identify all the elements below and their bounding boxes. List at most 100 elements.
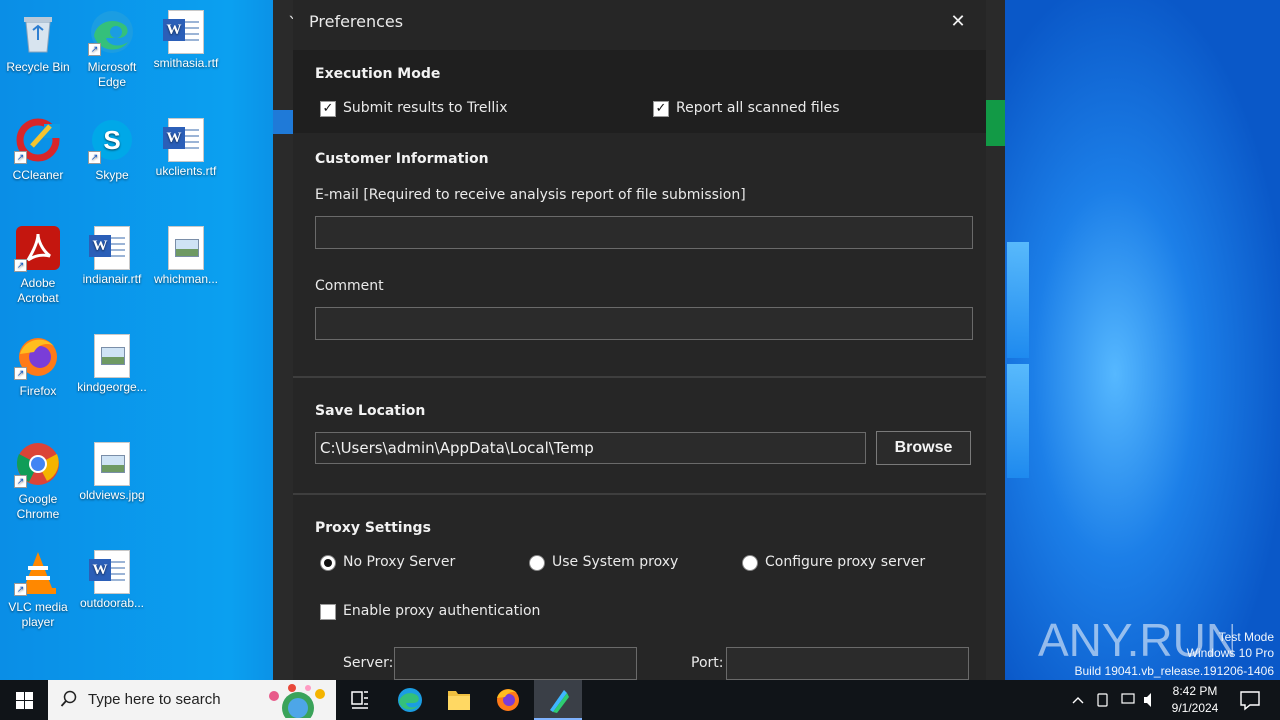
- desktop-icon-ukclients[interactable]: W ukclients.rtf: [148, 112, 224, 179]
- desktop-icon-outdoorab[interactable]: W outdoorab...: [74, 544, 150, 611]
- desktop-icon-microsoft-edge[interactable]: ↗ Microsoft Edge: [74, 4, 150, 90]
- desktop-icon-label: Recycle Bin: [6, 60, 70, 74]
- desktop-icon-google-chrome[interactable]: ↗ Google Chrome: [0, 436, 76, 522]
- taskbar-trellix-app[interactable]: [534, 680, 582, 720]
- desktop-icon-adobe-acrobat[interactable]: ↗ Adobe Acrobat: [0, 220, 76, 306]
- configure-proxy-radio[interactable]: [742, 555, 758, 571]
- save-path-field[interactable]: [315, 432, 866, 464]
- notification-icon: [1240, 691, 1260, 711]
- system-proxy-radio[interactable]: [529, 555, 545, 571]
- email-field[interactable]: [315, 216, 973, 249]
- edge-icon: [398, 688, 422, 712]
- desktop-icon-label: ukclients.rtf: [155, 164, 217, 178]
- desktop-icon-vlc[interactable]: ↗ VLC media player: [0, 544, 76, 630]
- volume-icon[interactable]: [1144, 693, 1151, 707]
- image-file-icon: [94, 442, 130, 486]
- recycle-bin-icon: [14, 8, 62, 56]
- no-proxy-radio[interactable]: [320, 555, 336, 571]
- port-label: Port:: [691, 655, 724, 671]
- desktop-icon-smithasia[interactable]: W smithasia.rtf: [148, 4, 224, 71]
- desktop-icon-skype[interactable]: S ↗ Skype: [74, 112, 150, 183]
- desktop-icon-label: Google Chrome: [16, 492, 60, 521]
- word-doc-icon: W: [89, 550, 130, 594]
- system-proxy-label[interactable]: Use System proxy: [552, 554, 678, 570]
- comment-field[interactable]: [315, 307, 973, 340]
- shortcut-arrow-icon: ↗: [14, 583, 27, 596]
- desktop-icon-label: CCleaner: [12, 168, 64, 182]
- desktop-icon-oldviews[interactable]: oldviews.jpg: [74, 436, 150, 503]
- submit-results-checkbox[interactable]: ✓: [320, 101, 336, 117]
- proxy-settings-heading: Proxy Settings: [315, 520, 431, 536]
- shortcut-arrow-icon: ↗: [14, 367, 27, 380]
- word-doc-icon: W: [163, 10, 204, 54]
- dialog-title: Preferences: [309, 12, 404, 31]
- taskbar-search[interactable]: Type here to search: [48, 680, 336, 720]
- edge-icon: ↗: [88, 8, 136, 56]
- watermark-build: Build 19041.vb_release.191206-1406: [1074, 664, 1275, 678]
- server-label: Server:: [343, 655, 394, 671]
- desktop-icon-label: smithasia.rtf: [153, 56, 219, 70]
- windows-logo-pane: [1007, 364, 1029, 478]
- start-button[interactable]: [0, 680, 48, 720]
- task-view-button[interactable]: [336, 680, 384, 720]
- taskbar-file-explorer[interactable]: [435, 680, 483, 720]
- checkmark-icon: ✓: [322, 101, 334, 116]
- network-icon[interactable]: [1121, 693, 1135, 704]
- desktop-icon-label: Skype: [95, 168, 129, 182]
- save-location-heading: Save Location: [315, 403, 426, 419]
- shortcut-arrow-icon: ↗: [14, 151, 27, 164]
- desktop-icon-label: VLC media player: [8, 600, 68, 629]
- close-icon: ✕: [950, 11, 966, 32]
- desktop-icon-ccleaner[interactable]: ↗ CCleaner: [0, 112, 76, 183]
- acrobat-icon: ↗: [14, 224, 62, 272]
- email-label: E-mail [Required to receive analysis rep…: [315, 187, 746, 203]
- proxy-auth-checkbox[interactable]: [320, 604, 336, 620]
- shortcut-arrow-icon: ↗: [14, 259, 27, 272]
- chrome-icon: ↗: [14, 440, 62, 488]
- proxy-auth-label[interactable]: Enable proxy authentication: [343, 603, 540, 619]
- taskbar-firefox[interactable]: [484, 680, 532, 720]
- show-hidden-icons-icon[interactable]: [1072, 697, 1084, 704]
- search-placeholder: Type here to search: [88, 691, 221, 708]
- report-all-files-checkbox[interactable]: ✓: [653, 101, 669, 117]
- clock-time: 8:42 PM: [1172, 684, 1218, 698]
- desktop-icon-label: Adobe Acrobat: [17, 276, 59, 305]
- task-view-icon: [351, 691, 368, 709]
- image-file-icon: [168, 226, 204, 270]
- submit-results-label[interactable]: Submit results to Trellix: [343, 100, 507, 116]
- port-field[interactable]: [726, 647, 969, 680]
- close-button[interactable]: ✕: [947, 11, 969, 33]
- desktop-icon-indianair[interactable]: W indianair.rtf: [74, 220, 150, 287]
- system-tray: [1068, 680, 1158, 720]
- watermark-test-mode: Test Mode: [1218, 630, 1274, 644]
- desktop-icon-label: indianair.rtf: [82, 272, 142, 286]
- device-icon[interactable]: [1097, 693, 1108, 707]
- desktop-icon-label: kindgeorge...: [77, 380, 147, 394]
- ccleaner-icon: ↗: [14, 116, 62, 164]
- preferences-dialog: Preferences ✕ Execution Mode ✓ Submit re…: [293, 0, 986, 680]
- desktop-icon-recycle-bin[interactable]: Recycle Bin: [0, 4, 76, 75]
- taskbar-edge[interactable]: [386, 680, 434, 720]
- no-proxy-label[interactable]: No Proxy Server: [343, 554, 455, 570]
- customer-information-heading: Customer Information: [315, 151, 489, 167]
- browse-button[interactable]: Browse: [876, 431, 971, 465]
- desktop-icon-label: outdoorab...: [79, 596, 145, 610]
- configure-proxy-label[interactable]: Configure proxy server: [765, 554, 925, 570]
- desktop-icon-kindgeorge[interactable]: kindgeorge...: [74, 328, 150, 395]
- background-window-edge: [985, 0, 1005, 680]
- report-all-files-label[interactable]: Report all scanned files: [676, 100, 840, 116]
- shortcut-arrow-icon: ↗: [88, 151, 101, 164]
- desktop-icon-firefox[interactable]: ↗ Firefox: [0, 328, 76, 399]
- customer-information-section: Customer Information E-mail [Required to…: [293, 133, 986, 376]
- folder-icon: [448, 691, 470, 710]
- desktop-icon-whichman[interactable]: whichman...: [148, 220, 224, 287]
- server-field[interactable]: [394, 647, 637, 680]
- word-doc-icon: W: [89, 226, 130, 270]
- vlc-icon: ↗: [14, 548, 62, 596]
- action-center-button[interactable]: [1228, 680, 1276, 720]
- word-doc-icon: W: [163, 118, 204, 162]
- desktop-icon-label: Firefox: [19, 384, 57, 398]
- trellix-icon: [550, 690, 569, 713]
- skype-icon: S ↗: [88, 116, 136, 164]
- taskbar-clock[interactable]: 8:42 PM 9/1/2024: [1160, 683, 1230, 717]
